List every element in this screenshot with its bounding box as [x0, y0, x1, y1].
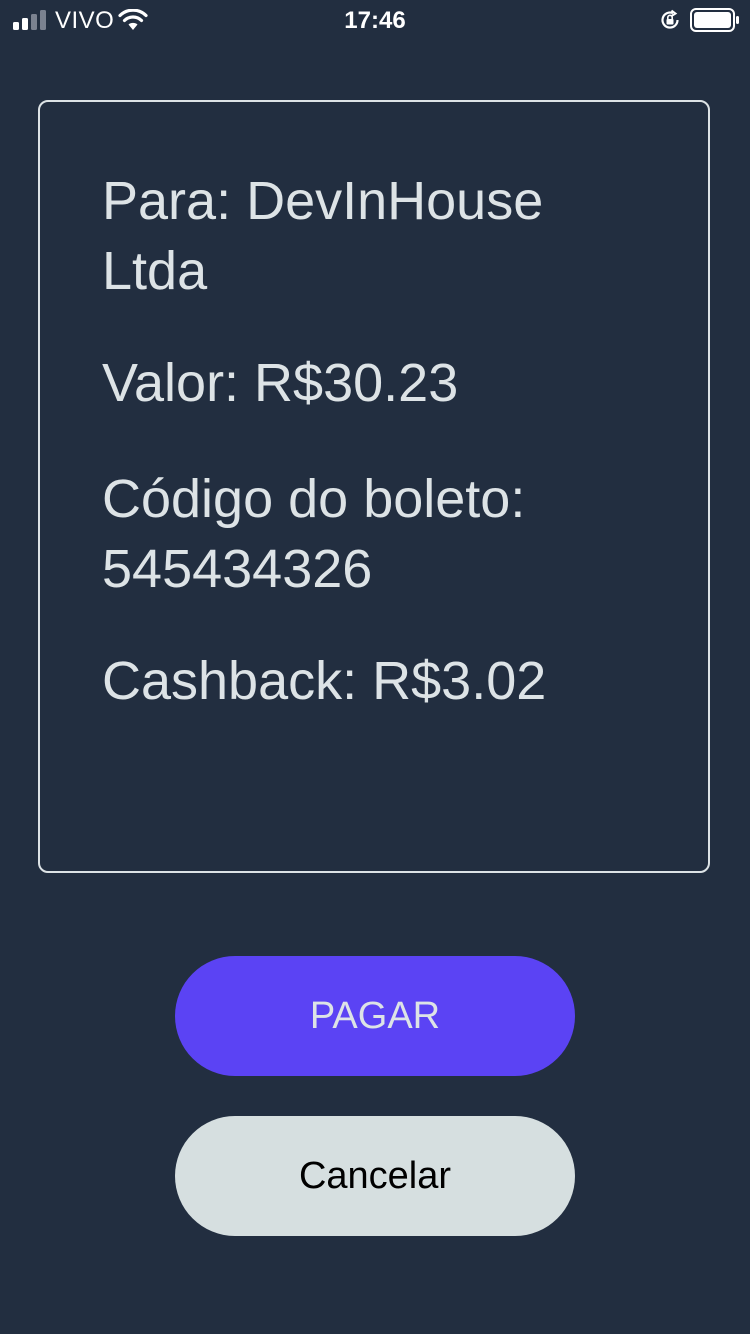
rotation-lock-icon: [661, 9, 679, 29]
status-bar: VIVO 17:46: [0, 0, 750, 40]
boleto-code-text: Código do boleto: 545434326: [102, 469, 526, 599]
amount-text: Valor: R$30.23: [102, 353, 459, 413]
status-time: 17:46: [344, 7, 406, 34]
payment-details-card: Para: DevInHouse Ltda Valor: R$30.23 Cód…: [38, 100, 710, 873]
cancel-button[interactable]: Cancelar: [175, 1116, 575, 1236]
cashback-text: Cashback: R$3.02: [102, 651, 547, 711]
payee-text: Para: DevInHouse Ltda: [102, 171, 544, 301]
pay-button[interactable]: PAGAR: [175, 956, 575, 1076]
payment-confirmation-screen: VIVO 17:46 Para: DevInHouse Ltda Valor: …: [0, 0, 750, 1334]
battery-icon: [690, 8, 739, 32]
